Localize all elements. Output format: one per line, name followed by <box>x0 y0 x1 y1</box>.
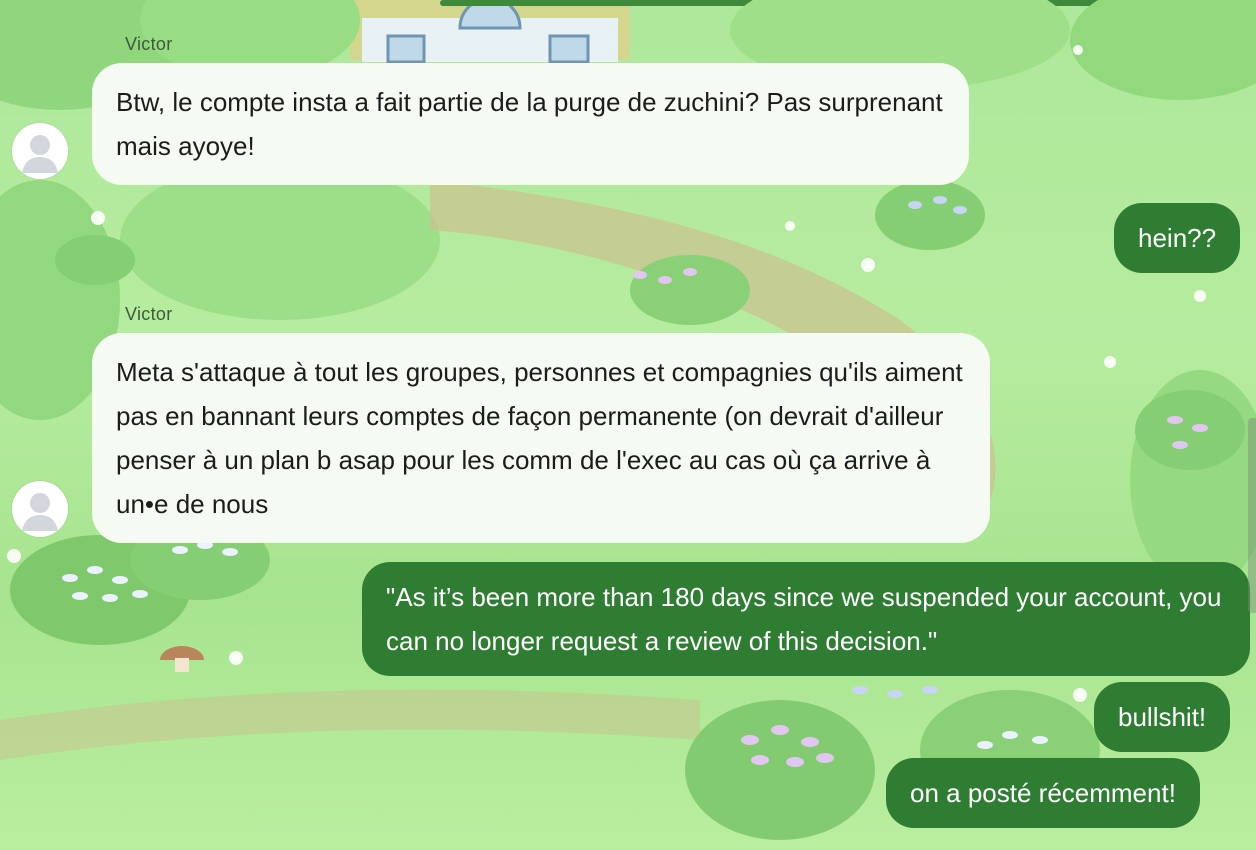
message-bubble-outgoing[interactable]: "As it’s been more than 180 days since w… <box>362 562 1250 676</box>
default-person-avatar-icon <box>12 481 68 537</box>
sender-name: Victor <box>125 304 173 324</box>
default-person-avatar-icon <box>12 123 68 179</box>
message-bubble-incoming[interactable]: Meta s'attaque à tout les groupes, perso… <box>92 333 990 543</box>
message-bubble-outgoing[interactable]: on a posté récemment! <box>886 758 1200 828</box>
message-bubble-incoming[interactable]: Btw, le compte insta a fait partie de la… <box>92 63 969 185</box>
sender-name: Victor <box>125 34 173 54</box>
scrollbar-thumb[interactable] <box>1248 418 1256 613</box>
sender-avatar[interactable] <box>12 481 68 537</box>
sender-avatar[interactable] <box>12 123 68 179</box>
message-bubble-outgoing[interactable]: hein?? <box>1114 203 1241 273</box>
message-bubble-outgoing[interactable]: bullshit! <box>1094 682 1231 752</box>
